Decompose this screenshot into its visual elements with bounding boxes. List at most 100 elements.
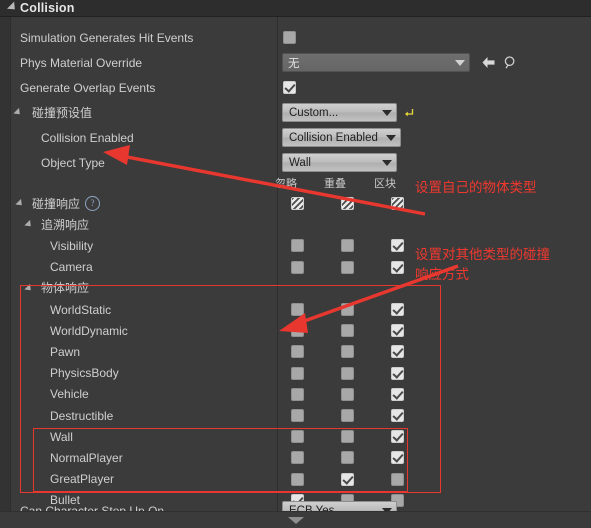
phys-material-override-value: 无 [288,55,300,70]
checkbox-block[interactable] [391,303,404,316]
scroll-down-icon[interactable] [287,517,304,524]
checkbox-overlap[interactable] [341,430,354,444]
checkbox-block[interactable] [391,324,404,338]
label-collision-presets: 碰撞预设值 [32,105,93,120]
checkbox-ignore[interactable] [291,239,304,253]
collision-presets-expander-icon[interactable] [13,107,23,118]
checkbox-overlap[interactable] [341,260,354,274]
checkbox-block[interactable] [391,409,404,422]
response-row: WorldDynamic [10,320,591,341]
checkbox-block[interactable] [391,345,404,359]
reset-arrow-icon[interactable] [400,103,418,121]
response-row-label: 追溯响应 [41,217,90,232]
magnifier-icon[interactable] [501,53,519,71]
checkbox-ignore[interactable] [291,260,304,274]
checkbox-ignore[interactable] [291,472,304,486]
response-row: Camera [10,257,591,278]
checkbox-block[interactable] [391,387,404,401]
checkbox-ignore[interactable] [291,345,304,359]
checkbox-generate-overlap-events[interactable] [283,81,296,94]
response-row: 物体响应 [10,278,591,299]
checkbox-overlap[interactable] [341,366,354,380]
checkbox-overlap[interactable] [341,197,354,210]
checkbox-ignore[interactable] [291,366,304,380]
response-row-label: Wall [50,429,73,444]
chevron-down-icon [382,109,392,116]
panel-footer [0,511,591,528]
row-generate-overlap-events: Generate Overlap Events [10,75,591,100]
row-expander-icon[interactable] [15,198,25,209]
collision-presets-dropdown[interactable]: Custom... [282,103,397,122]
collision-enabled-value: Collision Enabled [289,131,378,144]
response-row-label: GreatPlayer [50,472,115,487]
response-row: NormalPlayer [10,447,591,468]
checkbox-block[interactable] [391,260,404,274]
response-row-label: Destructible [50,408,114,423]
checkbox-ignore[interactable] [291,430,304,444]
checkbox-simulation-generates-hit-events[interactable] [283,31,296,44]
response-row-label: WorldDynamic [50,323,128,338]
row-object-type: Object Type Wall [10,150,591,175]
checkbox-overlap[interactable] [341,345,354,359]
checkbox-ignore[interactable] [291,324,304,338]
chevron-down-icon [382,159,392,166]
collision-enabled-dropdown[interactable]: Collision Enabled [282,128,401,147]
chevron-down-icon [455,59,465,66]
question-mark-icon[interactable]: ? [85,196,100,211]
response-row: PhysicsBody [10,363,591,384]
response-row-label: Visibility [50,238,94,253]
response-row-label: Vehicle [50,387,89,402]
response-row-label: NormalPlayer [50,450,123,465]
checkbox-block[interactable] [391,451,404,465]
arrow-left-icon[interactable] [479,53,497,71]
response-row: 碰撞响应? [10,193,591,214]
label-phys-material-override: Phys Material Override [20,55,143,70]
checkbox-ignore[interactable] [291,197,304,210]
phys-material-override-asset-picker[interactable]: 无 [282,53,470,72]
row-collision-presets: 碰撞预设值 Custom... [10,100,591,125]
checkbox-block[interactable] [391,472,404,486]
checkbox-ignore[interactable] [291,409,304,422]
object-type-dropdown[interactable]: Wall [282,153,397,172]
chevron-down-icon [385,134,396,141]
checkbox-block[interactable] [391,366,404,380]
response-row: WorldStatic [10,299,591,320]
checkbox-block[interactable] [391,239,404,253]
response-row: 追溯响应 [10,214,591,235]
label-object-type: Object Type [41,155,105,170]
checkbox-ignore[interactable] [291,451,304,465]
collision-expander-icon[interactable] [4,1,20,13]
checkbox-ignore[interactable] [291,387,304,401]
checkbox-overlap[interactable] [341,324,354,338]
checkbox-overlap[interactable] [341,409,354,422]
collision-category-header[interactable]: Collision [0,0,591,17]
checkbox-overlap[interactable] [341,451,354,465]
checkbox-overlap[interactable] [341,239,354,253]
response-row: Vehicle [10,384,591,405]
response-row-label: 物体响应 [41,281,90,296]
label-collision-enabled: Collision Enabled [41,130,134,145]
response-row-label: PhysicsBody [50,366,119,381]
response-row: Visibility [10,235,591,256]
response-row-label: 碰撞响应 [32,196,81,211]
column-header-ignore: 忽略 [275,177,297,190]
response-row-label: Pawn [50,344,81,359]
checkbox-overlap[interactable] [341,387,354,401]
row-simulation-generates-hit-events: Simulation Generates Hit Events [10,25,591,50]
row-expander-icon[interactable] [24,220,34,230]
response-row: Destructible [10,405,591,426]
checkbox-overlap[interactable] [341,303,354,316]
checkbox-overlap[interactable] [341,472,354,486]
row-phys-material-override: Phys Material Override 无 [10,50,591,75]
response-row-label: WorldStatic [50,302,112,317]
row-collision-enabled: Collision Enabled Collision Enabled [10,125,591,150]
object-type-value: Wall [289,156,311,169]
response-row-label: Camera [50,260,93,275]
column-header-block: 区块 [374,177,396,190]
checkbox-block[interactable] [391,430,404,444]
row-expander-icon[interactable] [24,283,34,293]
checkbox-ignore[interactable] [291,303,304,316]
collision-presets-value: Custom... [289,106,339,119]
checkbox-block[interactable] [391,197,404,210]
collision-details-panel: Collision Simulation Generates Hit Event… [0,0,591,528]
